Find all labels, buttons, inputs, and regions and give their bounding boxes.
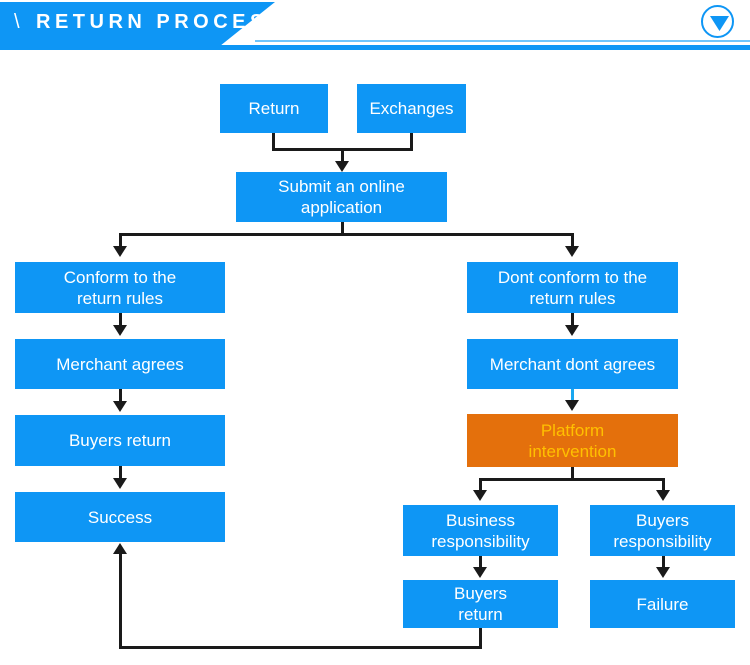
arrowhead-feedback-to-success [113, 543, 127, 554]
node-conform-line1: Conform to the [63, 267, 177, 287]
node-merchant-agrees[interactable]: Merchant agrees [15, 339, 225, 389]
node-buyers-return-left-label: Buyers return [68, 431, 172, 450]
arrowhead-to-failure [656, 567, 670, 578]
node-business-responsibility[interactable]: Business responsibility [403, 505, 558, 556]
node-merchant-dont-agrees-label: Merchant dont agrees [489, 354, 656, 374]
node-buyers-return-left[interactable]: Buyers return [15, 415, 225, 466]
node-platform-intervention[interactable]: Platform intervention [467, 414, 678, 467]
arrowhead-to-dont-conform [565, 246, 579, 257]
page-header: \ RETURN PROCESS [0, 0, 750, 52]
arrowhead-to-submit [335, 161, 349, 172]
header-rule-thick [0, 45, 750, 50]
node-buyers-resp-line1: Buyers [636, 510, 689, 530]
node-buyers-resp-line2: responsibility [613, 531, 712, 551]
node-dont-conform-line1: Dont conform to the [497, 267, 648, 287]
node-dont-conform-line2: return rules [529, 288, 616, 308]
chevron-down-icon[interactable] [701, 5, 734, 38]
node-submit-line1: Submit an online [278, 177, 405, 196]
node-buyers-responsibility[interactable]: Buyers responsibility [590, 505, 735, 556]
arrowhead-to-merchant-agrees [113, 325, 127, 336]
node-conform-to-return-rules[interactable]: Conform to the return rules [15, 262, 225, 313]
node-buyers-return-right-line1: Buyers [454, 584, 507, 603]
edge-feedback-horizontal [119, 646, 482, 649]
node-dont-conform-to-return-rules[interactable]: Dont conform to the return rules [467, 262, 678, 313]
node-return[interactable]: Return [220, 84, 328, 133]
node-platform-line2: intervention [528, 441, 617, 461]
arrowhead-to-buyers-responsibility [656, 490, 670, 501]
node-failure-label: Failure [636, 594, 689, 614]
node-merchant-agrees-label: Merchant agrees [56, 354, 184, 374]
node-conform-line2: return rules [77, 288, 163, 308]
header-rule-thin [255, 40, 750, 42]
banner-slash-mark: \ [14, 11, 20, 33]
arrowhead-to-buyers-return-left [113, 401, 127, 412]
node-exchanges-label: Exchanges [369, 99, 454, 118]
node-business-resp-line2: responsibility [431, 531, 530, 551]
page-title: RETURN PROCESS [36, 11, 286, 33]
return-process-page: \ RETURN PROCESS Return Exchanges Submit… [0, 0, 750, 665]
node-exchanges[interactable]: Exchanges [357, 84, 466, 133]
arrowhead-to-conform [113, 246, 127, 257]
node-platform-line1: Platform [540, 420, 605, 440]
node-submit-line2: application [300, 198, 383, 217]
arrowhead-to-platform-intervention [565, 400, 579, 411]
node-failure[interactable]: Failure [590, 580, 735, 628]
node-return-label: Return [248, 99, 300, 118]
node-success[interactable]: Success [15, 492, 225, 542]
arrowhead-to-merchant-dont-agrees [565, 325, 579, 336]
node-merchant-dont-agrees[interactable]: Merchant dont agrees [467, 339, 678, 389]
edge-feedback-up [119, 554, 122, 646]
arrowhead-to-buyers-return-right [473, 567, 487, 578]
node-buyers-return-right-line2: return [458, 605, 503, 624]
arrowhead-to-success [113, 478, 127, 489]
edge-platform-split-horizontal [479, 478, 665, 481]
edge-split-horizontal [119, 233, 574, 236]
node-submit-application[interactable]: Submit an online application [236, 172, 447, 222]
node-business-resp-line1: Business [446, 510, 515, 530]
node-buyers-return-right[interactable]: Buyers return [403, 580, 558, 628]
arrowhead-to-business-responsibility [473, 490, 487, 501]
node-success-label: Success [87, 507, 153, 527]
